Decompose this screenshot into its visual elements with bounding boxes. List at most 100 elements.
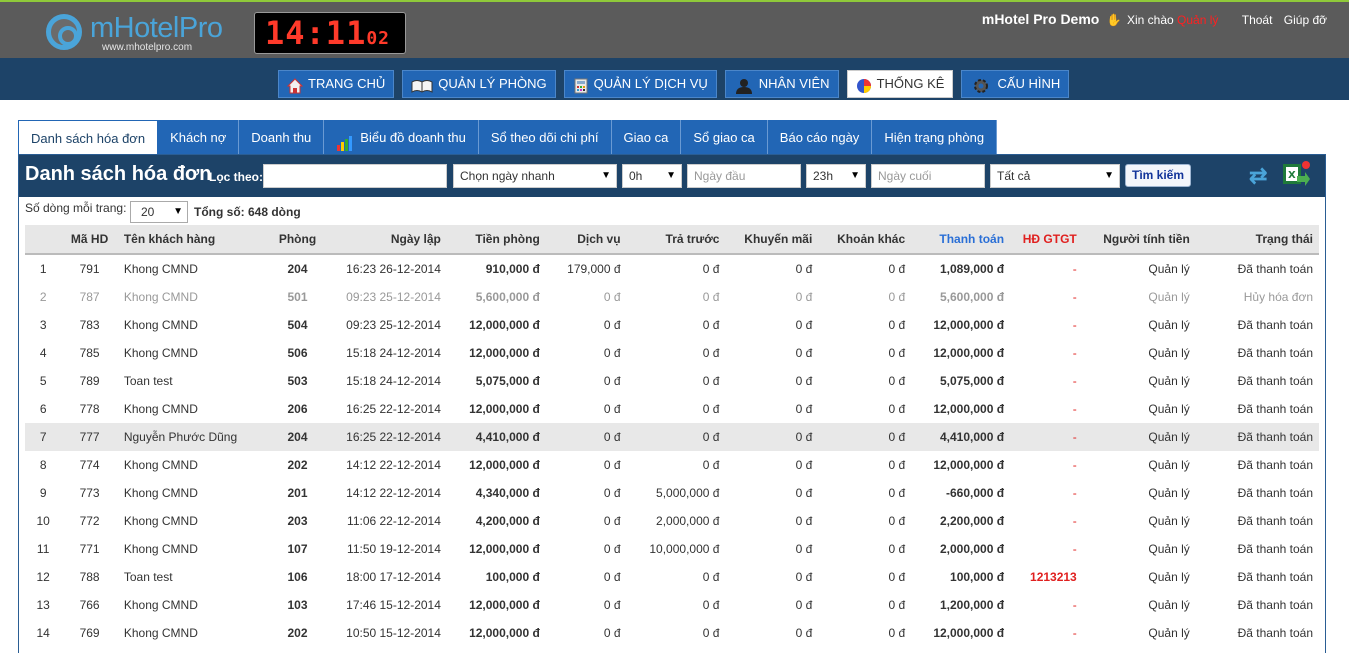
room-fee: 4,410,000 đ <box>446 423 546 451</box>
tab-room-status[interactable]: Hiện trạng phòng <box>872 120 998 155</box>
payment-total: 12,000,000 đ <box>933 402 1005 416</box>
current-user[interactable]: Quản lý <box>1177 13 1218 27</box>
nav-rooms[interactable]: QUẢN LÝ PHÒNG <box>402 70 556 98</box>
vat-invoice: - <box>1072 486 1077 500</box>
tab-expense-book[interactable]: Sổ theo dõi chi phí <box>478 120 612 155</box>
total-count: Tổng số: 648 dòng <box>194 205 301 219</box>
table-row[interactable]: 12 788 Toan test 106 18:00 17-12-2014 100,000… <box>25 563 1319 591</box>
tab-revenue-chart[interactable]: Biểu đồ doanh thu <box>324 120 479 155</box>
search-button[interactable]: Tìm kiếm <box>1125 164 1192 187</box>
table-row[interactable]: 9 773 Khong CMND 201 14:12 22-12-2014 4,340,0… <box>25 479 1319 507</box>
service-fee: 0 đ <box>603 374 621 388</box>
invoice-id: 772 <box>79 514 100 528</box>
other-fee: 0 đ <box>888 598 906 612</box>
from-hour-select[interactable]: 0h ▼ <box>622 164 682 188</box>
payment-total: 100,000 đ <box>950 570 1005 584</box>
nav-staff[interactable]: NHÂN VIÊN <box>724 70 839 98</box>
service-fee: 179,000 đ <box>567 262 621 276</box>
gear-icon <box>970 76 992 93</box>
tab-revenue[interactable]: Doanh thu <box>239 120 325 155</box>
cashier: Quản lý <box>1148 514 1190 528</box>
customer-name: Khong CMND <box>123 458 198 472</box>
invoice-status: Đã thanh toán <box>1237 346 1313 360</box>
filter-text-input[interactable] <box>263 164 447 188</box>
table-row[interactable]: 1 791 Khong CMND 204 16:23 26-12-2014 910,000… <box>25 254 1319 283</box>
nav-home[interactable]: TRANG CHỦ <box>278 70 395 98</box>
created-date: 11:06 22-12-2014 <box>347 514 441 528</box>
invoice-id: 789 <box>79 374 100 388</box>
logout-link[interactable]: Thoát <box>1242 13 1273 27</box>
service-fee: 0 đ <box>603 570 621 584</box>
nav-settings[interactable]: CẤU HÌNH <box>961 70 1070 98</box>
status-select[interactable]: Tất cả ▼ <box>990 164 1120 188</box>
customer-name: Khong CMND <box>123 346 198 360</box>
table-row[interactable]: 4 785 Khong CMND 506 15:18 24-12-2014 12,000,… <box>25 339 1319 367</box>
customer-name: Toan test <box>123 374 173 388</box>
invoice-id: 783 <box>79 318 100 332</box>
row-index: 5 <box>39 374 47 388</box>
quick-date-select[interactable]: Chọn ngày nhanh ▼ <box>453 164 617 188</box>
discount: 0 đ <box>795 402 813 416</box>
payment-total: 1,200,000 đ <box>940 598 1005 612</box>
table-row[interactable]: 8 774 Khong CMND 202 14:12 22-12-2014 12,000,… <box>25 451 1319 479</box>
refresh-icon[interactable]: ⇄ <box>1249 164 1271 188</box>
vat-invoice: - <box>1072 598 1077 612</box>
logo-url: www.mhotelpro.com <box>102 42 193 53</box>
customer-name: Khong CMND <box>123 486 198 500</box>
calculator-icon <box>573 76 589 94</box>
customer-name: Khong CMND <box>123 290 198 304</box>
prepaid: 0 đ <box>702 458 720 472</box>
top-header: mHotelPro www.mhotelpro.com 14:1102 mHot… <box>0 0 1349 58</box>
tab-shift-handover[interactable]: Giao ca <box>611 120 682 155</box>
table-row[interactable]: 2 787 Khong CMND 501 09:23 25-12-2014 5,600,0… <box>25 283 1319 311</box>
room-number: 107 <box>287 542 308 556</box>
tab-daily-report[interactable]: Báo cáo ngày <box>767 120 873 155</box>
report-tabs: Danh sách hóa đơn Khách nợ Doanh thu Biể… <box>18 120 998 155</box>
invoice-id: 777 <box>61 423 118 451</box>
vat-invoice: - <box>1072 318 1077 332</box>
cashier: Quản lý <box>1148 374 1190 388</box>
table-row[interactable]: 13 766 Khong CMND 103 17:46 15-12-2014 12,000… <box>25 591 1319 619</box>
discount: 0 đ <box>795 514 813 528</box>
invoice-status: Đã thanh toán <box>1237 626 1313 640</box>
nav-services[interactable]: QUẢN LÝ DỊCH VỤ <box>563 70 717 98</box>
table-row[interactable]: 11 771 Khong CMND 107 11:50 19-12-2014 12,000… <box>25 535 1319 563</box>
room-number: 106 <box>287 570 308 584</box>
room-number: 103 <box>287 598 308 612</box>
created-date: 10:50 15-12-2014 <box>346 626 441 640</box>
invoice-status: Hủy hóa đơn <box>1243 290 1313 304</box>
table-row[interactable]: 6 778 Khong CMND 206 16:25 22-12-2014 12,000,… <box>25 395 1319 423</box>
book-icon <box>411 76 433 93</box>
other-fee: 0 đ <box>888 486 906 500</box>
col-customer: Tên khách hàng <box>117 225 272 255</box>
from-date-input[interactable]: Ngày đầu <box>687 164 801 188</box>
vat-invoice: - <box>1072 542 1077 556</box>
service-fee: 0 đ <box>603 458 621 472</box>
invoice-id: 791 <box>79 262 100 276</box>
table-row[interactable]: 10 772 Khong CMND 203 11:06 22-12-2014 4,200,… <box>25 507 1319 535</box>
help-link[interactable]: Giúp đỡ <box>1284 13 1327 27</box>
to-hour-value: 23h <box>813 169 834 183</box>
table-row[interactable]: 3 783 Khong CMND 504 09:23 25-12-2014 12,000,… <box>25 311 1319 339</box>
tab-invoice-list[interactable]: Danh sách hóa đơn <box>18 120 159 155</box>
table-row[interactable]: 7 777 Nguyễn Phước Dũng 204 16:25 22-12-2014… <box>25 423 1319 451</box>
other-fee: 0 đ <box>888 346 906 360</box>
tab-shift-book[interactable]: Sổ giao ca <box>681 120 768 155</box>
tab-debtors[interactable]: Khách nợ <box>158 120 240 155</box>
nav-label: TRANG CHỦ <box>308 76 386 91</box>
chevron-down-icon: ▼ <box>850 170 860 181</box>
to-hour-select[interactable]: 23h ▼ <box>806 164 866 188</box>
vat-invoice: - <box>1072 346 1077 360</box>
invoice-id: 773 <box>79 486 100 500</box>
table-row[interactable]: 14 769 Khong CMND 202 10:50 15-12-2014 12,000… <box>25 619 1319 647</box>
export-excel-icon[interactable]: X <box>1281 160 1311 190</box>
logo[interactable]: mHotelPro www.mhotelpro.com <box>46 12 236 56</box>
nav-statistics[interactable]: THỐNG KÊ <box>846 70 954 98</box>
table-row[interactable]: 5 789 Toan test 503 15:18 24-12-2014 5,075,00… <box>25 367 1319 395</box>
discount: 0 đ <box>795 346 813 360</box>
invoice-status: Đã thanh toán <box>1237 262 1313 276</box>
vat-invoice: - <box>1072 374 1077 388</box>
to-date-input[interactable]: Ngày cuối <box>871 164 985 188</box>
service-fee: 0 đ <box>603 626 621 640</box>
rows-per-page-select[interactable]: 20 ▼ <box>130 201 188 223</box>
